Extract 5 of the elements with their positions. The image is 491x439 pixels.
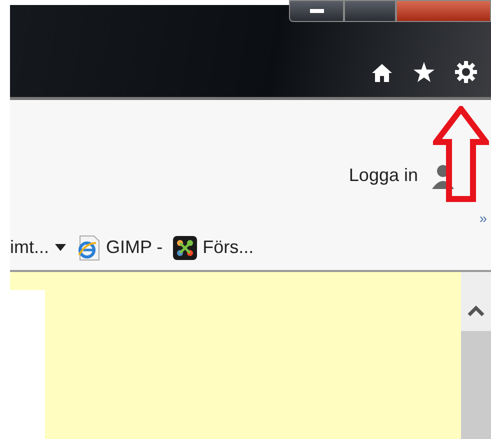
login-link[interactable]: Logga in xyxy=(348,162,418,189)
favorites-item[interactable]: GIMP - xyxy=(76,234,163,261)
favorites-overflow-button[interactable]: » xyxy=(479,208,487,229)
favorites-item[interactable]: Förs... xyxy=(172,234,254,261)
favorites-item[interactable]: imt... xyxy=(10,234,66,261)
